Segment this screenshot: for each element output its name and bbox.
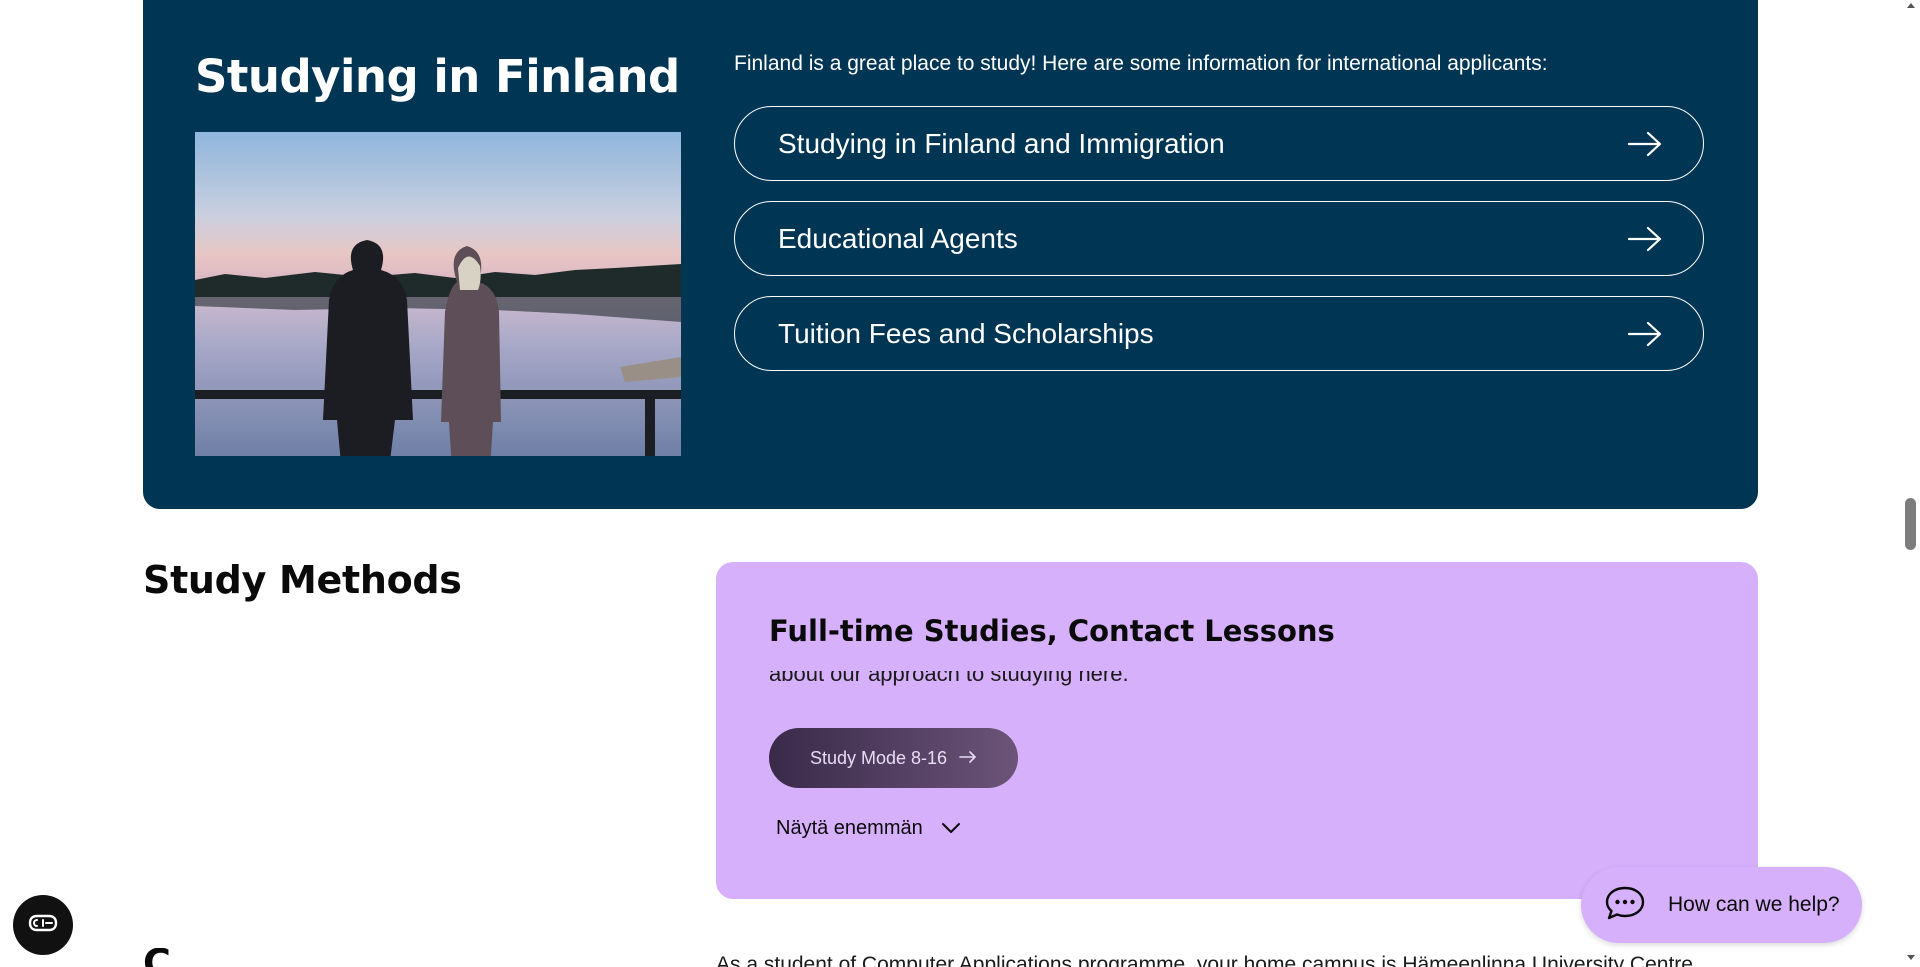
finland-lake-photo (195, 132, 681, 456)
show-more-toggle[interactable]: Näytä enemmän (776, 817, 961, 840)
chat-help-label: How can we help? (1668, 893, 1840, 916)
accessibility-icon (27, 913, 59, 938)
scrollbar-thumb[interactable] (1905, 498, 1916, 550)
show-more-label: Näytä enemmän (776, 817, 923, 839)
studying-in-finland-intro: Finland is a great place to study! Here … (734, 52, 1548, 75)
arrow-right-icon (959, 748, 977, 769)
study-method-card: Full-time Studies, Contact Lessons about… (716, 562, 1758, 899)
chevron-down-icon (941, 817, 961, 840)
arrow-right-icon (1627, 320, 1663, 348)
link-label: Studying in Finland and Immigration (778, 127, 1225, 159)
campus-heading-partial: C (143, 948, 171, 967)
chat-bubble-icon (1604, 885, 1646, 926)
studying-in-finland-title: Studying in Finland (195, 50, 680, 103)
arrow-right-icon (1627, 130, 1663, 158)
scroll-up-arrow-icon[interactable] (1907, 3, 1915, 8)
study-methods-heading: Study Methods (143, 558, 462, 602)
study-method-card-text: about our approach to studying here. (769, 671, 1669, 689)
page-scrollbar[interactable] (1902, 0, 1920, 967)
accessibility-button[interactable] (13, 895, 73, 955)
study-mode-button[interactable]: Study Mode 8-16 (769, 728, 1018, 788)
link-label: Educational Agents (778, 222, 1018, 254)
campus-text-partial: As a student of Computer Applications pr… (716, 953, 1699, 967)
link-tuition-fees-and-scholarships[interactable]: Tuition Fees and Scholarships (734, 296, 1704, 371)
arrow-right-icon (1627, 225, 1663, 253)
study-method-card-partial-text: about our approach to studying here. (769, 671, 1129, 686)
study-method-card-title: Full-time Studies, Contact Lessons (769, 614, 1335, 648)
scroll-down-arrow-icon[interactable] (1907, 955, 1915, 960)
campus-heading: C (143, 948, 183, 967)
link-educational-agents[interactable]: Educational Agents (734, 201, 1704, 276)
study-mode-button-label: Study Mode 8-16 (809, 747, 948, 768)
chat-help-button[interactable]: How can we help? (1581, 867, 1862, 943)
link-label: Tuition Fees and Scholarships (778, 317, 1154, 349)
link-studying-in-finland-and-immigration[interactable]: Studying in Finland and Immigration (734, 106, 1704, 181)
campus-text: As a student of Computer Applications pr… (716, 953, 1736, 967)
